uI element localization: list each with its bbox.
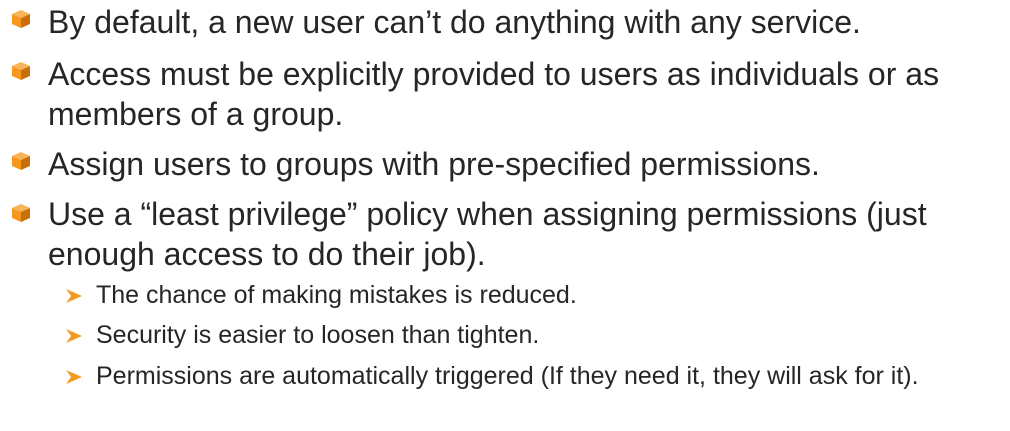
orange-cube-icon: [12, 152, 30, 170]
bullet-text: Assign users to groups with pre-specifie…: [48, 146, 820, 182]
arrow-right-icon: [66, 289, 82, 303]
sub-bullet-text: Security is easier to loosen than tighte…: [96, 321, 540, 349]
arrow-right-icon: [66, 329, 82, 343]
slide: By default, a new user can’t do anything…: [0, 0, 1010, 431]
bullet-text: Use a “least privilege” policy when assi…: [48, 196, 927, 272]
orange-cube-icon: [12, 62, 30, 80]
arrow-right-icon: [66, 370, 82, 384]
orange-cube-icon: [12, 204, 30, 222]
sub-bullet-text: Permissions are automatically triggered …: [96, 362, 919, 390]
bullet-text: By default, a new user can’t do anything…: [48, 4, 861, 40]
orange-cube-icon: [12, 10, 30, 28]
bullet-text: Access must be explicitly provided to us…: [48, 56, 940, 132]
sub-bullet-text: The chance of making mistakes is reduced…: [96, 281, 577, 309]
